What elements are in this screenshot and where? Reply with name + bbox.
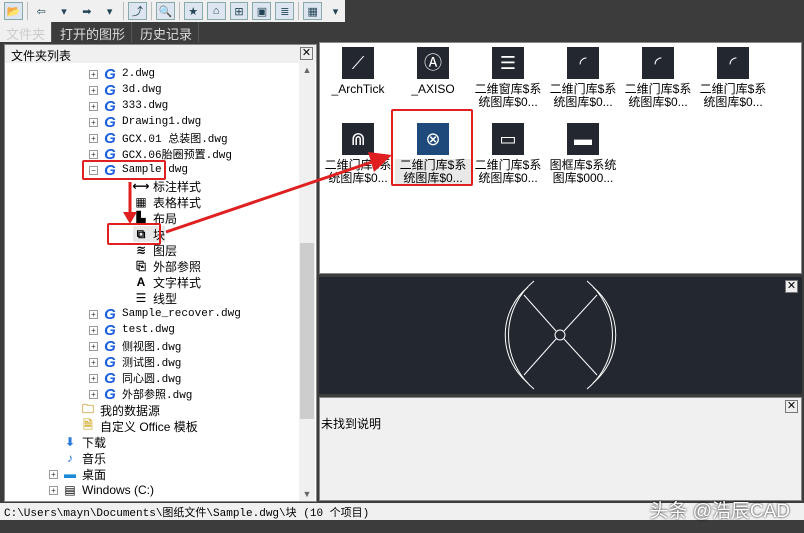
annotation-arrows — [123, 152, 392, 234]
